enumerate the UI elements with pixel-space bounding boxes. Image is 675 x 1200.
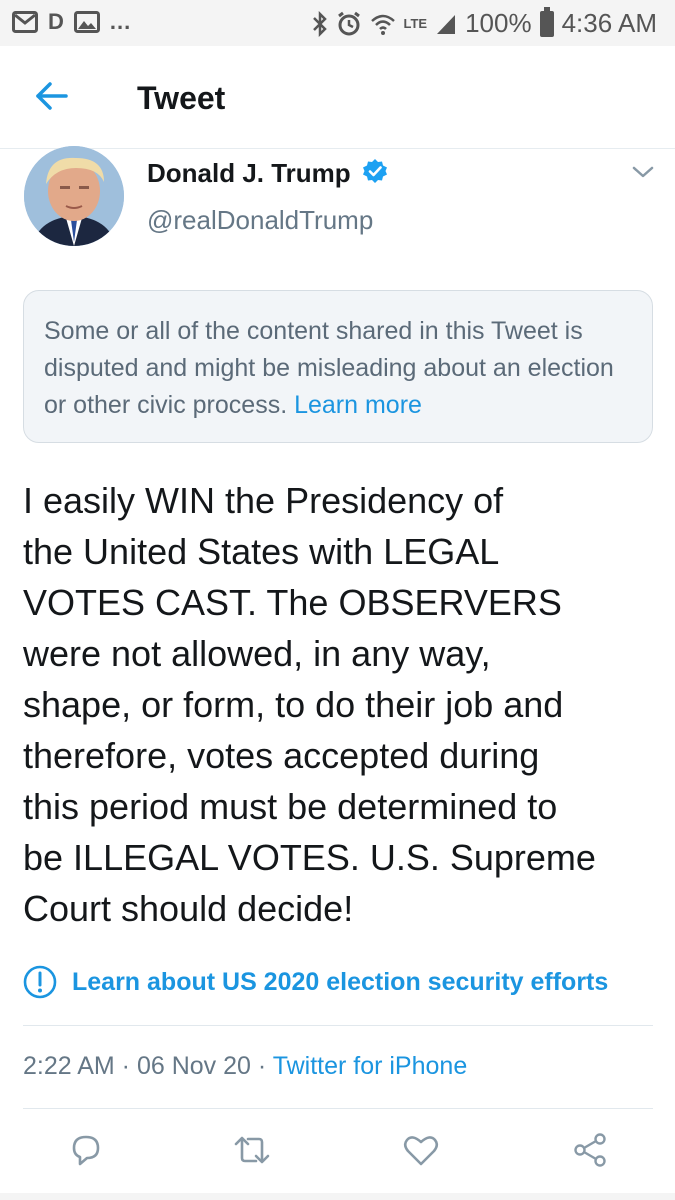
meta-separator: · (114, 1052, 137, 1080)
tweet-source-link[interactable]: Twitter for iPhone (273, 1052, 468, 1080)
status-bar-right: LTE 100% 4:36 AM (312, 6, 657, 39)
tweet-actions (0, 1130, 675, 1180)
avatar[interactable] (24, 146, 124, 246)
divider (23, 1108, 653, 1109)
like-icon[interactable] (401, 1130, 441, 1170)
alarm-icon (337, 11, 360, 35)
clock: 4:36 AM (561, 8, 657, 38)
network-type: LTE (403, 15, 428, 31)
author-handle[interactable]: @realDonaldTrump (147, 205, 373, 236)
battery-icon (539, 6, 554, 37)
reply-icon[interactable] (66, 1130, 106, 1170)
tweet-line: VOTES CAST. The OBSERVERS (23, 582, 562, 623)
more-notifications: ... (109, 9, 132, 34)
d-app-icon: D (48, 9, 64, 34)
chevron-down-icon[interactable] (630, 162, 656, 182)
battery-percent: 100% (465, 8, 532, 38)
tweet-line: Court should decide! (23, 888, 354, 929)
status-bar-left: D ... (12, 9, 131, 35)
tweet-line: therefore, votes accepted during (23, 735, 540, 776)
tweet-time: 2:22 AM (23, 1052, 115, 1080)
tweet-line: shape, or form, to do their job and (23, 684, 564, 725)
bottom-edge (0, 1193, 675, 1200)
page-title: Tweet (137, 80, 226, 116)
gallery-icon (73, 11, 100, 33)
verified-badge-icon (363, 159, 387, 183)
tweet-text: I easily WIN the Presidency of the Unite… (23, 475, 663, 934)
exclamation-circle-icon (23, 965, 57, 999)
tweet-line: be ILLEGAL VOTES. U.S. Supreme (23, 837, 596, 878)
avatar-portrait (24, 146, 124, 246)
tweet-date: 06 Nov 20 (136, 1052, 251, 1080)
author-name[interactable]: Donald J. Trump (147, 158, 351, 189)
back-arrow-icon[interactable] (32, 76, 72, 116)
app-header: Tweet (0, 46, 675, 149)
divider (23, 1025, 653, 1026)
wifi-icon (370, 14, 395, 35)
tweet-line: were not allowed, in any way, (23, 633, 491, 674)
election-info-link[interactable]: Learn about US 2020 election security ef… (22, 964, 608, 1000)
signal-icon (437, 14, 456, 34)
learn-more-link[interactable]: Learn more (294, 391, 422, 419)
share-icon[interactable] (570, 1130, 610, 1170)
meta-separator: · (250, 1052, 273, 1080)
election-info-label: Learn about US 2020 election security ef… (72, 967, 609, 996)
tweet-line: I easily WIN the Presidency of (23, 480, 504, 521)
tweet-meta: 2:22 AM · 06 Nov 20 · Twitter for iPhone (23, 1052, 467, 1081)
retweet-icon[interactable] (232, 1130, 272, 1170)
tweet-line: this period must be determined to (23, 786, 558, 827)
status-bar: D ... LTE 100% 4:36 AM (0, 0, 675, 46)
tweet-line: the United States with LEGAL (23, 531, 500, 572)
gmail-icon (12, 11, 38, 33)
bluetooth-icon (312, 10, 327, 37)
disputed-notice: Some or all of the content shared in thi… (23, 290, 653, 443)
